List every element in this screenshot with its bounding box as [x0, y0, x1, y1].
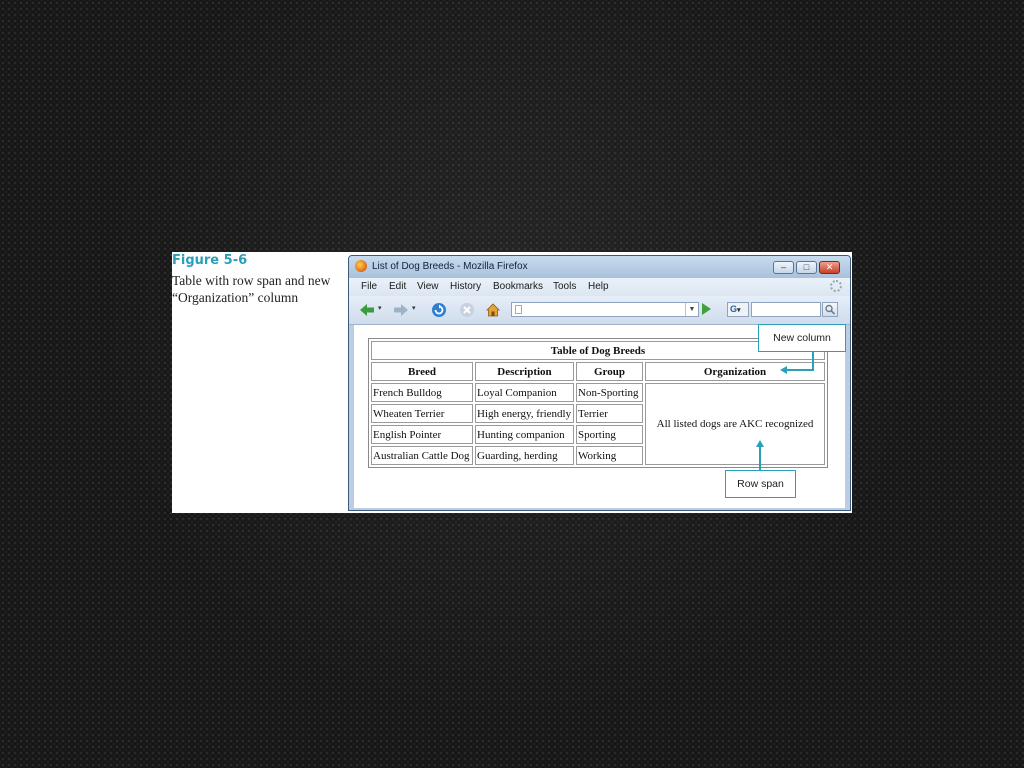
- stop-icon[interactable]: [459, 302, 475, 318]
- back-dropdown-icon[interactable]: ▾: [378, 304, 382, 312]
- minimize-button[interactable]: –: [773, 261, 794, 274]
- google-icon: G: [730, 304, 738, 314]
- search-button[interactable]: [822, 302, 838, 317]
- menu-file[interactable]: File: [361, 281, 377, 292]
- cell-group: Terrier: [576, 404, 643, 423]
- table-title: Table of Dog Breeds: [371, 341, 825, 360]
- forward-arrow-icon[interactable]: [393, 302, 409, 318]
- header-row: Breed Description Group Organization: [371, 362, 825, 381]
- menu-edit[interactable]: Edit: [389, 281, 406, 292]
- cell-organization-rowspan: All listed dogs are AKC recognized: [645, 383, 825, 465]
- cell-group: Non-Sporting: [576, 383, 643, 402]
- header-breed: Breed: [371, 362, 473, 381]
- back-arrow-icon[interactable]: [359, 302, 375, 318]
- menu-bookmarks[interactable]: Bookmarks: [493, 281, 543, 292]
- table-row: French Bulldog Loyal Companion Non-Sport…: [371, 383, 825, 465]
- title-bar: List of Dog Breeds - Mozilla Firefox – □…: [349, 256, 850, 278]
- header-organization: Organization: [645, 362, 825, 381]
- url-bar[interactable]: ▼: [511, 302, 699, 317]
- new-column-arrow-icon: [780, 366, 787, 374]
- reload-icon[interactable]: [431, 302, 447, 318]
- cell-description: Guarding, herding: [475, 446, 574, 465]
- cell-breed: French Bulldog: [371, 383, 473, 402]
- new-column-callout: New column: [758, 324, 846, 352]
- header-description: Description: [475, 362, 574, 381]
- row-span-arrow-icon: [756, 440, 764, 447]
- page-icon: [515, 305, 522, 314]
- home-icon[interactable]: [485, 302, 501, 318]
- figure-caption: Table with row span and new “Organizatio…: [172, 273, 331, 305]
- cell-group: Working: [576, 446, 643, 465]
- row-span-callout: Row span: [725, 470, 796, 498]
- search-engine-selector[interactable]: G▾: [727, 302, 749, 317]
- header-group: Group: [576, 362, 643, 381]
- navigation-toolbar: ▾ ▾ ▼ G▾: [349, 296, 850, 325]
- magnifier-icon: [825, 304, 836, 315]
- cell-description: Hunting companion: [475, 425, 574, 444]
- search-input[interactable]: [751, 302, 821, 317]
- forward-dropdown-icon[interactable]: ▾: [412, 304, 416, 312]
- row-span-connector: [759, 447, 761, 470]
- menu-view[interactable]: View: [417, 281, 439, 292]
- search-engine-dropdown-icon: ▾: [737, 307, 741, 314]
- cell-description: Loyal Companion: [475, 383, 574, 402]
- cell-description: High energy, friendly: [475, 404, 574, 423]
- menu-history[interactable]: History: [450, 281, 481, 292]
- close-button[interactable]: ✕: [819, 261, 840, 274]
- firefox-icon: [355, 260, 367, 272]
- maximize-button[interactable]: □: [796, 261, 817, 274]
- cell-breed: English Pointer: [371, 425, 473, 444]
- menu-tools[interactable]: Tools: [553, 281, 576, 292]
- figure-label: Figure 5-6: [172, 253, 248, 268]
- cell-breed: Australian Cattle Dog: [371, 446, 473, 465]
- go-icon[interactable]: [702, 303, 711, 315]
- cell-group: Sporting: [576, 425, 643, 444]
- window-title: List of Dog Breeds - Mozilla Firefox: [372, 261, 528, 272]
- url-dropdown-icon[interactable]: ▼: [685, 303, 698, 316]
- menu-bar: File Edit View History Bookmarks Tools H…: [349, 278, 850, 296]
- menu-help[interactable]: Help: [588, 281, 609, 292]
- cell-breed: Wheaten Terrier: [371, 404, 473, 423]
- throbber-icon: [830, 280, 842, 292]
- new-column-connector-horizontal: [786, 369, 814, 371]
